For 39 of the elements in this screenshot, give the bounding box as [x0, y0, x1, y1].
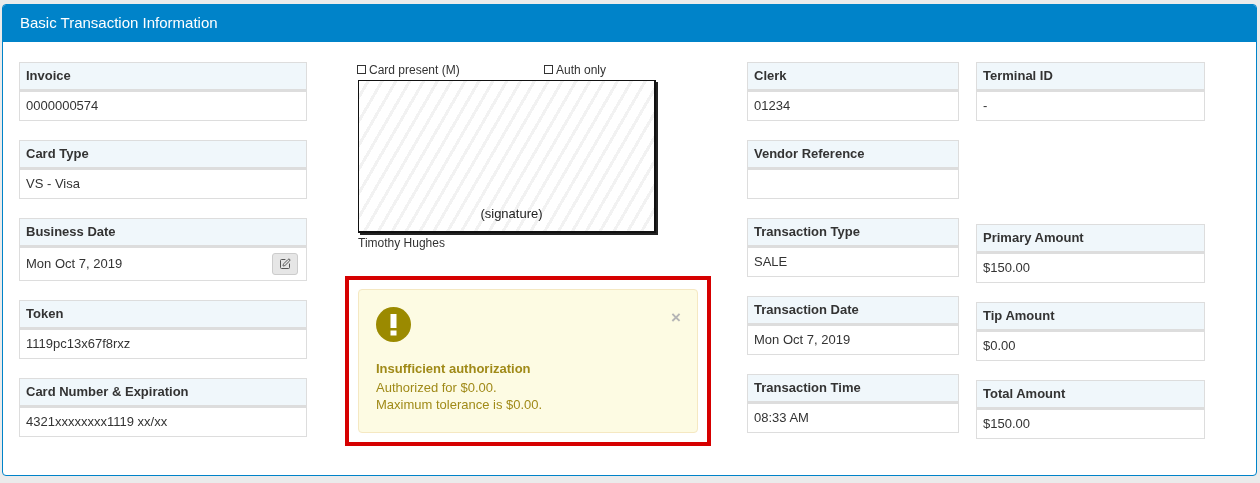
field-label: Transaction Date	[747, 296, 959, 326]
signature-caption: (signature)	[480, 204, 543, 223]
edit-button[interactable]	[272, 253, 298, 275]
alert-message: Maximum tolerance is $0.00.	[376, 395, 544, 413]
field-value: 01234	[747, 92, 959, 121]
field-label: Total Amount	[976, 380, 1205, 410]
panel-title: Basic Transaction Information	[3, 5, 1256, 42]
checkbox[interactable]: Auth only	[544, 60, 607, 79]
field-label: Card Type	[19, 140, 307, 170]
field-value: $150.00	[976, 254, 1205, 283]
field-label: Transaction Type	[747, 218, 959, 248]
field-label: Tip Amount	[976, 302, 1205, 332]
field-value: -	[976, 92, 1205, 121]
field-value: 4321xxxxxxxx1119 xx/xx	[19, 408, 307, 437]
signer-name: Timothy Hughes	[358, 235, 446, 252]
field-label: Token	[19, 300, 307, 330]
exclamation-icon	[376, 307, 411, 342]
field-value: $150.00	[976, 410, 1205, 439]
field-label: Business Date	[19, 218, 307, 248]
edit-icon	[279, 258, 291, 270]
field-value: VS - Visa	[19, 170, 307, 199]
field-value: 1119pc13x67f8rxz	[19, 330, 307, 359]
signature-pad[interactable]: (signature)	[358, 80, 656, 233]
field-label: Primary Amount	[976, 224, 1205, 254]
field-label: Vendor Reference	[747, 140, 959, 170]
field-label: Transaction Time	[747, 374, 959, 404]
field-value: Mon Oct 7, 2019	[19, 248, 307, 281]
alert-message: Authorized for $0.00.	[376, 378, 498, 396]
field-value: $0.00	[976, 332, 1205, 361]
field-label: Card Number & Expiration	[19, 378, 307, 408]
field-label: Clerk	[747, 62, 959, 92]
field-value: 08:33 AM	[747, 404, 959, 433]
alert-title: Insufficient authorization	[376, 360, 532, 378]
field-value: Mon Oct 7, 2019	[747, 326, 959, 355]
field-value: SALE	[747, 248, 959, 277]
field-label: Terminal ID	[976, 62, 1205, 92]
field-value: 0000000574	[19, 92, 307, 121]
checkbox[interactable]: Card present (M)	[357, 60, 544, 79]
field-label: Invoice	[19, 62, 307, 92]
